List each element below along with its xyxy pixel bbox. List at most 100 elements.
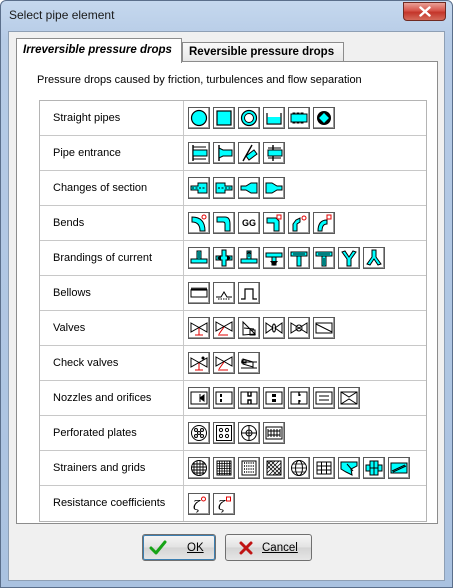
basket-strainer-button[interactable] [363,457,385,479]
chamfered-entrance-button[interactable] [213,142,235,164]
button-bar: OK Cancel [9,532,446,562]
y-merge-button[interactable] [363,247,385,269]
svg-text:ζ: ζ [218,499,226,513]
globe-valve-button[interactable] [213,317,235,339]
basket-strainer-icon [365,459,383,477]
angled-entrance-button[interactable] [238,142,260,164]
tee-combined-button[interactable] [313,247,335,269]
category-row: Straight pipes [40,101,426,136]
arc-bend-button[interactable] [313,212,335,234]
segmented-bend-button[interactable] [288,212,310,234]
category-label: Bellows [40,276,184,310]
square-pipe-button[interactable] [213,107,235,129]
nozzle-button[interactable] [188,387,210,409]
category-label: Changes of section [40,171,184,205]
square-mesh-icon [215,459,233,477]
cross-junction-button[interactable] [213,247,235,269]
gate-valve-icon [190,319,208,337]
flush-entrance-button[interactable] [188,142,210,164]
double-orifice-button[interactable] [263,387,285,409]
ok-button[interactable]: OK [142,534,216,561]
swing-check-icon [190,354,208,372]
slide-valve-button[interactable] [313,317,335,339]
hatched-mesh-button[interactable] [263,457,285,479]
perforated-plate-button[interactable] [188,422,210,444]
sphere-mesh-button[interactable] [288,457,310,479]
gradual-contraction-icon [265,179,283,197]
annulus-pipe-icon [240,109,258,127]
bend-radius-icon [190,214,208,232]
category-row: Resistance coefficients ζ ζ [40,486,426,521]
perforated-ring-button[interactable] [238,422,260,444]
compensator-button[interactable] [213,282,235,304]
gradual-expansion-button[interactable] [238,177,260,199]
cross-junction-icon [215,249,233,267]
sudden-contraction-icon [215,179,233,197]
flap-check-button[interactable] [238,352,260,374]
dotted-mesh-button[interactable] [238,457,260,479]
gate-valve-button[interactable] [188,317,210,339]
close-button[interactable] [403,2,446,21]
round-mesh-button[interactable] [188,457,210,479]
category-icons: GG [184,206,335,240]
swing-check-button[interactable] [188,352,210,374]
lift-check-icon [215,354,233,372]
title-bar[interactable]: Select pipe element [1,1,452,29]
y-branch-button[interactable] [338,247,360,269]
gradual-contraction-button[interactable] [263,177,285,199]
sudden-expansion-button[interactable] [188,177,210,199]
category-label: Brandings of current [40,241,184,275]
circle-pipe-icon [190,109,208,127]
tee-down-button[interactable] [263,247,285,269]
venturi-button[interactable] [288,387,310,409]
flat-orifice-button[interactable] [313,387,335,409]
long-orifice-button[interactable] [238,387,260,409]
inclined-strainer-button[interactable] [338,457,360,479]
tab-irreversible-pressure-drops[interactable]: Irreversible pressure drops [16,38,182,63]
bellows-button[interactable] [188,282,210,304]
protruding-entrance-button[interactable] [263,142,285,164]
perforated-grid-button[interactable] [213,422,235,444]
zeta-circle-icon: ζ [190,495,208,513]
y-merge-icon [365,249,383,267]
category-label: Bends [40,206,184,240]
u-loop-button[interactable] [238,282,260,304]
lift-check-button[interactable] [213,352,235,374]
gear-section-button[interactable] [313,107,335,129]
bend-elbow-button[interactable] [213,212,235,234]
tee-through-button[interactable] [288,247,310,269]
annulus-pipe-button[interactable] [238,107,260,129]
orifice-button[interactable] [213,387,235,409]
corrugated-pipe-button[interactable] [288,107,310,129]
tee-merge-button[interactable] [188,247,210,269]
bend-radius-button[interactable] [188,212,210,234]
tab-reversible-pressure-drops[interactable]: Reversible pressure drops [182,42,344,62]
wedge-screen-icon [390,459,408,477]
open-channel-button[interactable] [263,107,285,129]
perforated-strip-button[interactable] [263,422,285,444]
circle-pipe-button[interactable] [188,107,210,129]
venturi-icon [290,389,308,407]
u-loop-icon [240,284,258,302]
tee-split-button[interactable] [238,247,260,269]
y-branch-icon [340,249,358,267]
mitre-bend-button[interactable] [263,212,285,234]
category-label: Pipe entrance [40,136,184,170]
diamond-orifice-button[interactable] [338,387,360,409]
zeta-square-button[interactable]: ζ [213,492,235,515]
flat-orifice-icon [315,389,333,407]
butterfly-valve-button[interactable] [263,317,285,339]
sudden-contraction-button[interactable] [213,177,235,199]
cancel-button[interactable]: Cancel [225,534,312,561]
zeta-circle-button[interactable]: ζ [188,492,210,515]
category-icons [184,101,335,135]
bar-grid-button[interactable] [313,457,335,479]
perforated-grid-icon [215,424,233,442]
angle-valve-button[interactable] [238,317,260,339]
flush-entrance-icon [190,144,208,162]
wedge-screen-button[interactable] [388,457,410,479]
double-bend-text-button[interactable]: GG [238,212,260,234]
diamond-orifice-icon [340,389,358,407]
square-mesh-button[interactable] [213,457,235,479]
ball-valve-button[interactable] [288,317,310,339]
